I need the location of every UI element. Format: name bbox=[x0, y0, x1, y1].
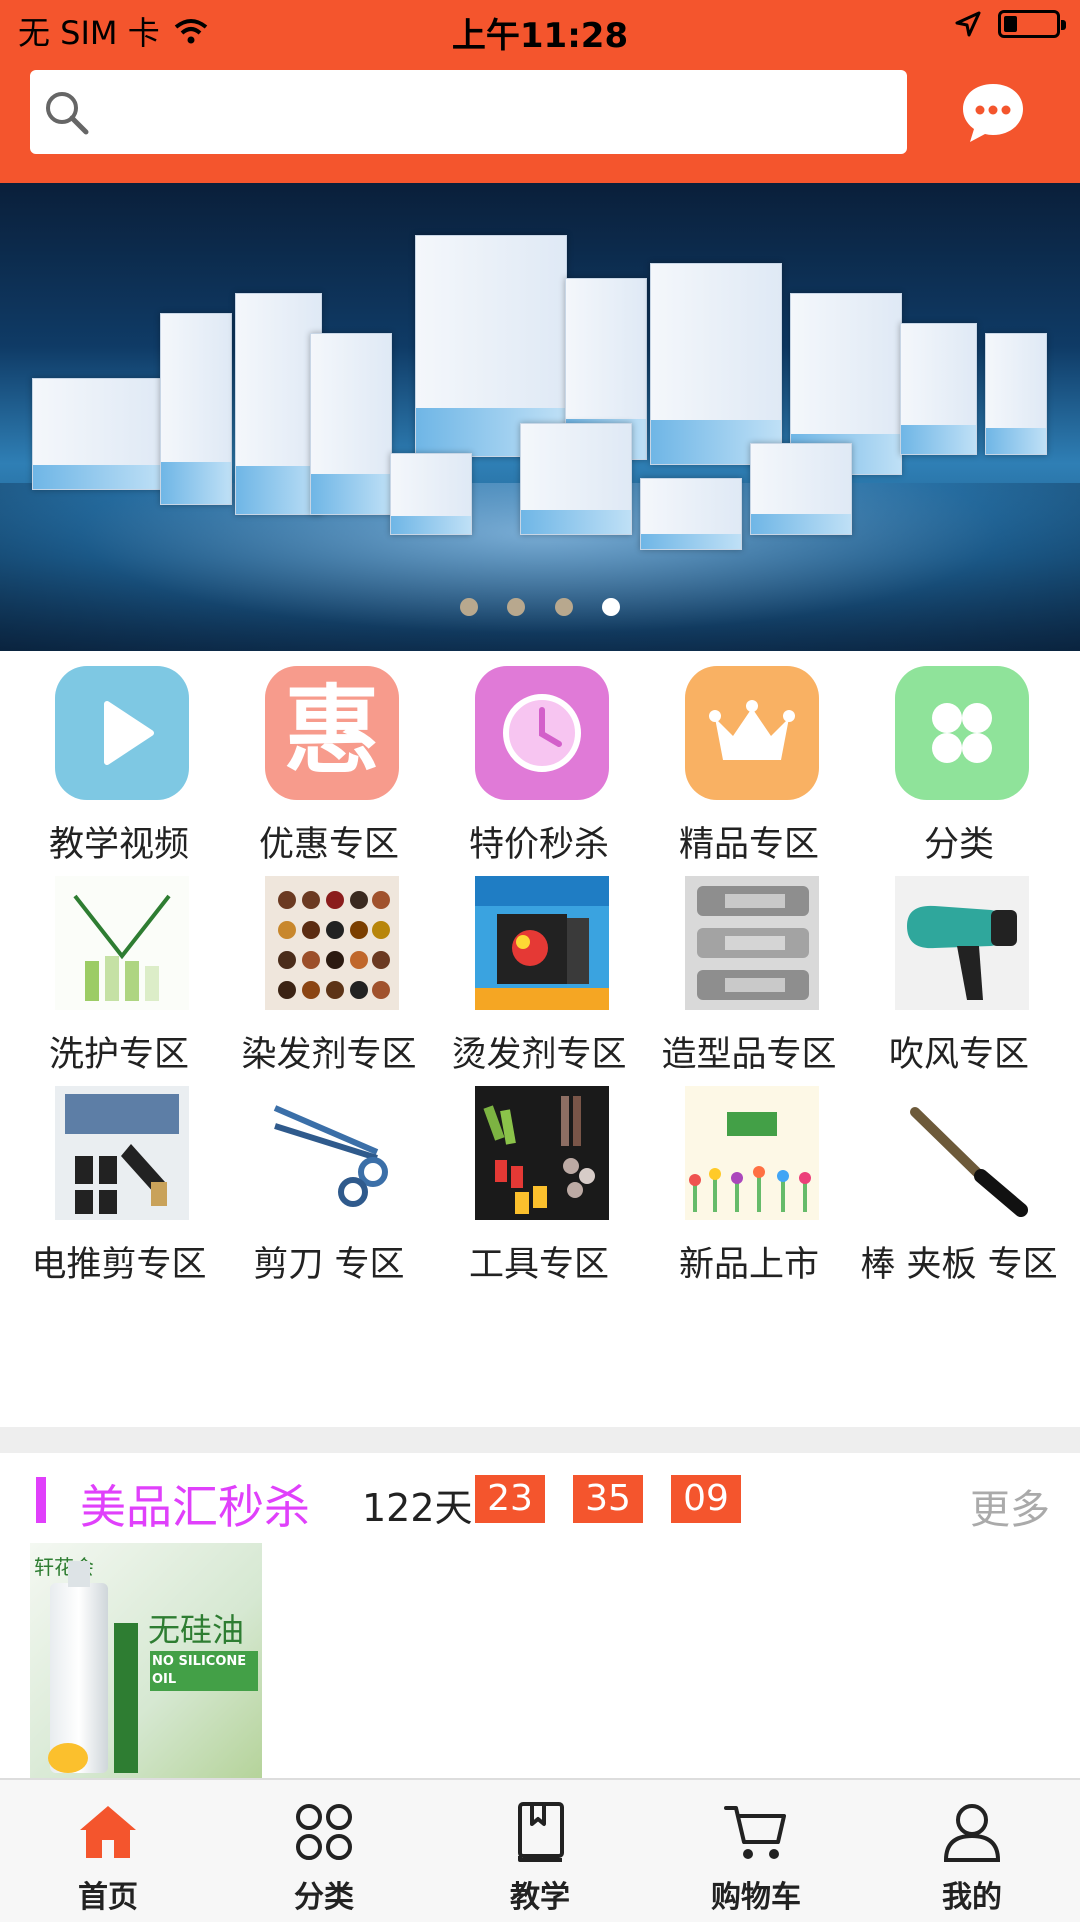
banner-product bbox=[985, 333, 1047, 455]
tab-teaching[interactable]: 教学 bbox=[432, 1780, 648, 1922]
status-bar: 无 SIM 卡 上午11:28 bbox=[0, 0, 1080, 62]
zone-label: 吹风专区 bbox=[888, 1035, 1029, 1075]
banner-product bbox=[310, 333, 392, 515]
banner-product bbox=[160, 313, 232, 505]
banner-product bbox=[390, 453, 472, 535]
zone-thumbnail bbox=[475, 876, 609, 1010]
zone-label: 新品上市 bbox=[678, 1245, 819, 1285]
tab-label: 我的 bbox=[942, 1880, 1002, 1915]
flash-sale-section: 美品汇秒杀 122天 23 35 09 更多 轩花会 无硅油 NO SILICO… bbox=[0, 1453, 1080, 1778]
category-label: 精品专区 bbox=[678, 825, 819, 865]
message-icon[interactable] bbox=[958, 78, 1028, 148]
countdown-hours: 23 bbox=[475, 1475, 545, 1523]
banner-product bbox=[32, 378, 164, 490]
hui-icon: 惠 bbox=[265, 666, 399, 800]
countdown-days: 122天 bbox=[362, 1486, 473, 1530]
zone-label: 电推剪专区 bbox=[31, 1245, 207, 1285]
section-accent-bar bbox=[36, 1477, 46, 1523]
category-label: 教学视频 bbox=[48, 825, 189, 865]
zone-thumbnail bbox=[265, 1086, 399, 1220]
zone-thumbnail bbox=[685, 876, 819, 1010]
zone-thumbnail bbox=[685, 1086, 819, 1220]
category-label: 分类 bbox=[923, 825, 994, 865]
home-icon bbox=[80, 1806, 136, 1858]
tab-home[interactable]: 首页 bbox=[0, 1780, 216, 1922]
tab-label: 购物车 bbox=[711, 1880, 801, 1915]
zone-label: 烫发剂专区 bbox=[451, 1035, 627, 1075]
status-time: 上午11:28 bbox=[451, 16, 629, 56]
banner-product bbox=[900, 323, 977, 455]
zone-thumbnail bbox=[265, 876, 399, 1010]
product-headline-en: NO SILICONE OIL bbox=[150, 1651, 258, 1691]
cart-icon bbox=[724, 1806, 786, 1859]
flash-sale-product[interactable]: 轩花会 无硅油 NO SILICONE OIL bbox=[30, 1543, 262, 1778]
category-label: 优惠专区 bbox=[258, 825, 399, 865]
play-icon bbox=[55, 666, 189, 800]
carousel-dot-active[interactable] bbox=[601, 598, 620, 616]
search-icon bbox=[46, 92, 89, 135]
section-divider bbox=[0, 1427, 1080, 1453]
user-icon bbox=[943, 1804, 1001, 1862]
location-arrow-icon bbox=[955, 11, 981, 37]
product-headline: 无硅油 bbox=[148, 1611, 245, 1649]
carousel-dot[interactable] bbox=[507, 598, 526, 616]
tab-label: 首页 bbox=[78, 1880, 138, 1915]
zone-label: 染发剂专区 bbox=[241, 1035, 417, 1075]
banner-product bbox=[750, 443, 852, 535]
search-input[interactable] bbox=[30, 70, 907, 154]
crown-icon bbox=[685, 666, 819, 800]
countdown-minutes: 35 bbox=[573, 1475, 643, 1523]
zone-label: 工具专区 bbox=[468, 1245, 609, 1285]
banner-product bbox=[520, 423, 632, 535]
clock-icon bbox=[475, 666, 609, 800]
zone-label: 剪刀 专区 bbox=[253, 1245, 405, 1285]
top-header: 无 SIM 卡 上午11:28 bbox=[0, 0, 1080, 183]
banner-product bbox=[650, 263, 782, 465]
carousel-indicator bbox=[0, 598, 1080, 620]
countdown-seconds: 09 bbox=[671, 1475, 741, 1523]
banner-product bbox=[235, 293, 322, 515]
category-label: 特价秒杀 bbox=[468, 825, 609, 865]
tab-cart[interactable]: 购物车 bbox=[648, 1780, 864, 1922]
carousel-dot[interactable] bbox=[554, 598, 573, 616]
promo-banner[interactable] bbox=[0, 183, 1080, 651]
book-icon bbox=[518, 1802, 564, 1862]
zone-thumbnail bbox=[55, 1086, 189, 1220]
zone-label: 造型品专区 bbox=[661, 1035, 837, 1075]
flash-sale-title: 美品汇秒杀 bbox=[80, 1480, 310, 1534]
zone-thumbnail bbox=[475, 1086, 609, 1220]
more-link[interactable]: 更多 bbox=[970, 1477, 1050, 1535]
zone-thumbnail bbox=[895, 876, 1029, 1010]
tab-label: 教学 bbox=[510, 1880, 570, 1915]
category-icon bbox=[296, 1804, 352, 1860]
zone-thumbnail bbox=[895, 1086, 1029, 1220]
bottom-tab-bar: 首页 分类 教学 购物车 我的 bbox=[0, 1778, 1080, 1922]
battery-icon bbox=[998, 10, 1066, 38]
banner-product bbox=[640, 478, 742, 550]
clover-icon bbox=[895, 666, 1029, 800]
zone-label: 棒 夹板 专区 bbox=[860, 1245, 1058, 1285]
carousel-dot[interactable] bbox=[460, 598, 479, 616]
tab-label: 分类 bbox=[294, 1880, 354, 1915]
tab-me[interactable]: 我的 bbox=[864, 1780, 1080, 1922]
zone-label: 洗护专区 bbox=[48, 1035, 189, 1075]
tab-category[interactable]: 分类 bbox=[216, 1780, 432, 1922]
zone-thumbnail bbox=[55, 876, 189, 1010]
